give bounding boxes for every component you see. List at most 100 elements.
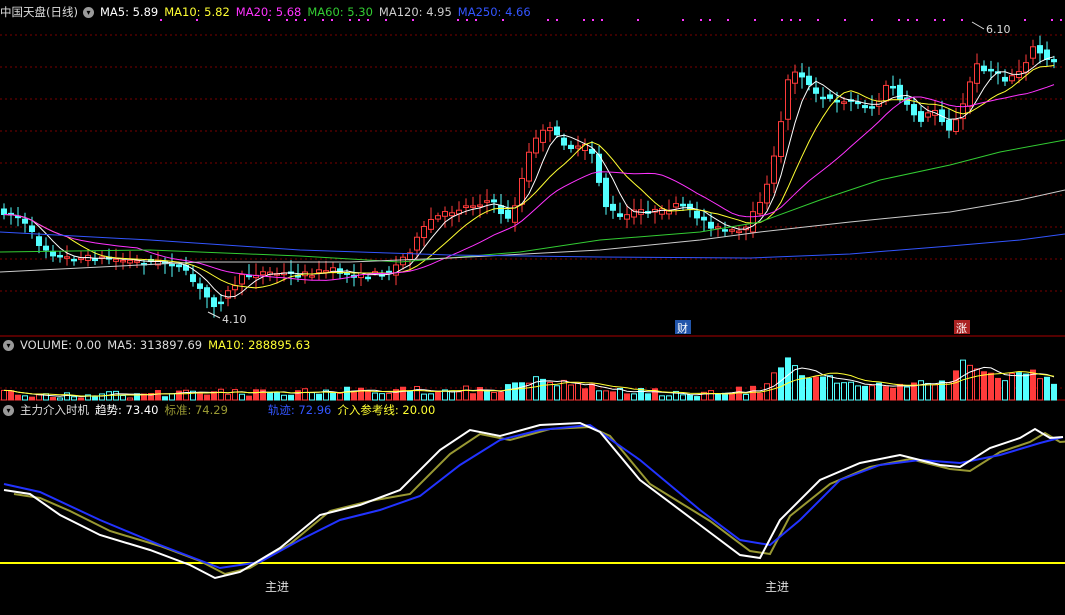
volume-bar <box>1 389 7 401</box>
candlestick <box>169 263 175 267</box>
volume-bar <box>386 392 392 401</box>
signal-dot <box>682 19 684 21</box>
candlestick <box>981 65 987 72</box>
volume-bar <box>36 394 42 401</box>
dropdown-icon[interactable]: ▾ <box>82 6 94 18</box>
volume-bar <box>855 385 861 401</box>
candlestick <box>442 211 448 217</box>
candlestick <box>708 221 714 229</box>
candlestick <box>400 256 406 266</box>
signal-dot <box>961 19 963 21</box>
volume-bar <box>1016 372 1022 401</box>
candlestick <box>820 96 826 100</box>
volume-bar <box>624 393 630 401</box>
volume-bar <box>57 397 63 401</box>
volume-bar <box>330 392 336 401</box>
volume-bar <box>967 364 973 401</box>
signal-dot <box>817 19 819 21</box>
volume-bar <box>764 383 770 401</box>
volume-bar <box>253 389 259 401</box>
volume-bar <box>778 367 784 401</box>
candlestick <box>484 200 490 203</box>
candlestick <box>722 229 728 232</box>
candlestick <box>974 63 980 84</box>
volume-bar <box>820 376 826 401</box>
volume-bar <box>484 390 490 401</box>
signal-dot <box>871 19 873 21</box>
candlestick <box>491 199 497 203</box>
candlestick <box>617 213 623 217</box>
volume-bar <box>519 382 525 401</box>
candlestick <box>239 274 245 285</box>
volume-bar <box>638 388 644 401</box>
candlestick <box>449 212 455 217</box>
candlestick <box>610 203 616 211</box>
ma120-label: MA120: 4.95 <box>378 5 452 19</box>
candlestick <box>715 226 721 229</box>
ma250-label: MA250: 4.66 <box>457 5 531 19</box>
candlestick <box>533 137 539 154</box>
candlestick <box>309 275 315 278</box>
signal-dot <box>592 19 594 21</box>
std-line <box>13 425 1065 576</box>
candlestick <box>862 105 868 109</box>
dropdown-icon[interactable]: ▾ <box>3 339 14 351</box>
candlestick <box>1023 62 1029 73</box>
volume-bar <box>309 392 315 401</box>
volume-bar <box>372 392 378 401</box>
signal-dot <box>898 19 900 21</box>
volume-bar <box>862 385 868 401</box>
volume-bar <box>176 390 182 401</box>
volume-bar <box>589 383 595 401</box>
signal-dot <box>1060 19 1062 21</box>
volume-bar <box>988 372 994 401</box>
stock-chart: 6.10 4.10 财 涨主进 主进 <box>0 19 1065 594</box>
volume-label: VOLUME: 0.00 <box>20 338 102 352</box>
volume-bar <box>8 390 14 401</box>
volume-bar <box>890 387 896 401</box>
track-label: 轨迹: 72.96 <box>267 403 332 417</box>
signal-dot <box>601 19 603 21</box>
volume-bar <box>645 393 651 401</box>
volume-bar <box>155 390 161 401</box>
candlestick <box>554 126 560 136</box>
candlestick <box>1009 75 1015 82</box>
signal-dot <box>934 19 936 21</box>
volume-bar <box>29 396 35 401</box>
volume-bar <box>50 396 56 401</box>
volume-bar <box>904 386 910 401</box>
volume-bar <box>204 394 210 401</box>
volume-bar <box>246 395 252 401</box>
signal-dot <box>781 19 783 21</box>
candlestick <box>603 177 609 208</box>
volume-bar <box>918 380 924 401</box>
vol-ma5-label: MA5: 313897.69 <box>107 338 203 352</box>
volume-bar <box>596 390 602 401</box>
candlestick <box>736 230 742 234</box>
candlestick <box>197 283 203 289</box>
candlestick <box>120 259 126 263</box>
candlestick <box>260 271 266 276</box>
volume-bar <box>463 385 469 401</box>
candlestick <box>778 121 784 157</box>
volume-bar <box>302 388 308 401</box>
candlestick <box>624 214 630 220</box>
ma120-line <box>0 189 1065 273</box>
signal-dot <box>790 19 792 21</box>
candlestick <box>1 208 7 216</box>
volume-bar <box>659 395 665 401</box>
candlestick <box>232 285 238 291</box>
candlestick <box>799 72 805 78</box>
candlestick <box>50 250 56 257</box>
dropdown-icon[interactable]: ▾ <box>3 404 14 416</box>
volume-bar <box>239 393 245 401</box>
volume-bar <box>64 392 70 401</box>
candlestick <box>967 81 973 107</box>
volume-bar <box>120 395 126 401</box>
volume-bar <box>568 384 574 401</box>
volume-bar <box>729 392 735 401</box>
volume-bar <box>841 382 847 401</box>
volume-bar <box>715 393 721 401</box>
candlestick <box>435 215 441 220</box>
candlestick <box>64 256 70 259</box>
